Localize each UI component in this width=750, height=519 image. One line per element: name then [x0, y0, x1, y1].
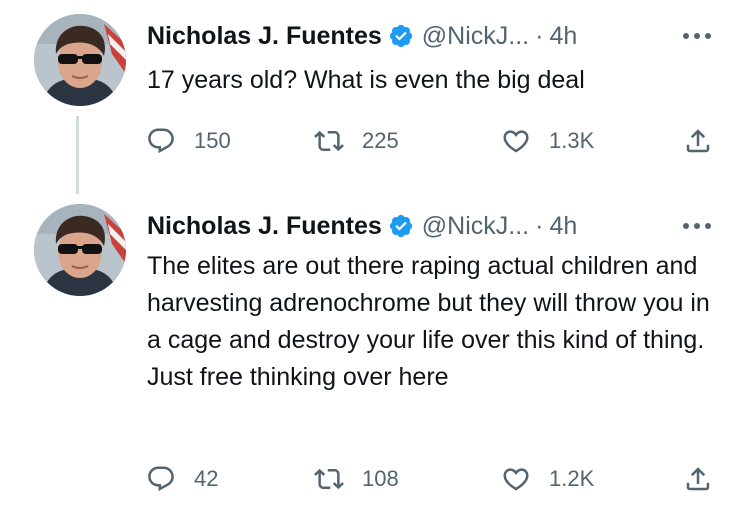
avatar-image [34, 204, 126, 296]
separator-dot: · [535, 211, 544, 240]
share-button[interactable] [683, 459, 713, 499]
reply-count: 150 [194, 128, 231, 153]
separator-dot: · [535, 21, 544, 50]
user-handle[interactable]: @NickJ... [422, 212, 529, 241]
verified-badge-icon [388, 23, 414, 49]
tweet-text: The elites are out there raping actual c… [147, 252, 710, 391]
avatar[interactable] [34, 204, 126, 296]
retweet-icon [314, 130, 344, 152]
reply-button[interactable]: 150 [146, 121, 231, 161]
timestamp[interactable]: 4h [549, 22, 577, 51]
tweet-header: Nicholas J. Fuentes @NickJ... · 4h [147, 18, 577, 54]
timestamp[interactable]: 4h [549, 212, 577, 241]
share-icon [686, 129, 710, 153]
like-button[interactable]: 1.2K [501, 459, 594, 499]
user-handle[interactable]: @NickJ... [422, 22, 529, 51]
retweet-count: 225 [362, 128, 399, 153]
more-horizontal-icon[interactable] [683, 216, 719, 236]
tweet[interactable]: Nicholas J. Fuentes @NickJ... · 4h 17 ye… [0, 0, 750, 190]
display-name[interactable]: Nicholas J. Fuentes [147, 212, 382, 241]
heart-icon [503, 468, 529, 491]
avatar[interactable] [34, 14, 126, 106]
reply-count: 42 [194, 466, 219, 491]
reply-icon [148, 128, 174, 154]
retweet-icon [314, 468, 344, 490]
display-name[interactable]: Nicholas J. Fuentes [147, 22, 382, 51]
retweet-button[interactable]: 108 [314, 459, 399, 499]
like-button[interactable]: 1.3K [501, 121, 594, 161]
reply-button[interactable]: 42 [146, 459, 218, 499]
heart-icon [503, 130, 529, 153]
tweet-text: 17 years old? What is even the big deal [147, 66, 585, 94]
retweet-button[interactable]: 225 [314, 121, 399, 161]
reply-icon [148, 466, 174, 492]
like-count: 1.2K [549, 466, 595, 491]
verified-badge-icon [388, 213, 414, 239]
share-button[interactable] [683, 121, 713, 161]
like-count: 1.3K [549, 128, 595, 153]
retweet-count: 108 [362, 466, 399, 491]
share-icon [686, 467, 710, 491]
tweet-header: Nicholas J. Fuentes @NickJ... · 4h [147, 208, 577, 244]
avatar-image [34, 14, 126, 106]
tweet[interactable]: Nicholas J. Fuentes @NickJ... · 4h The e… [0, 190, 750, 519]
more-horizontal-icon[interactable] [683, 26, 719, 46]
